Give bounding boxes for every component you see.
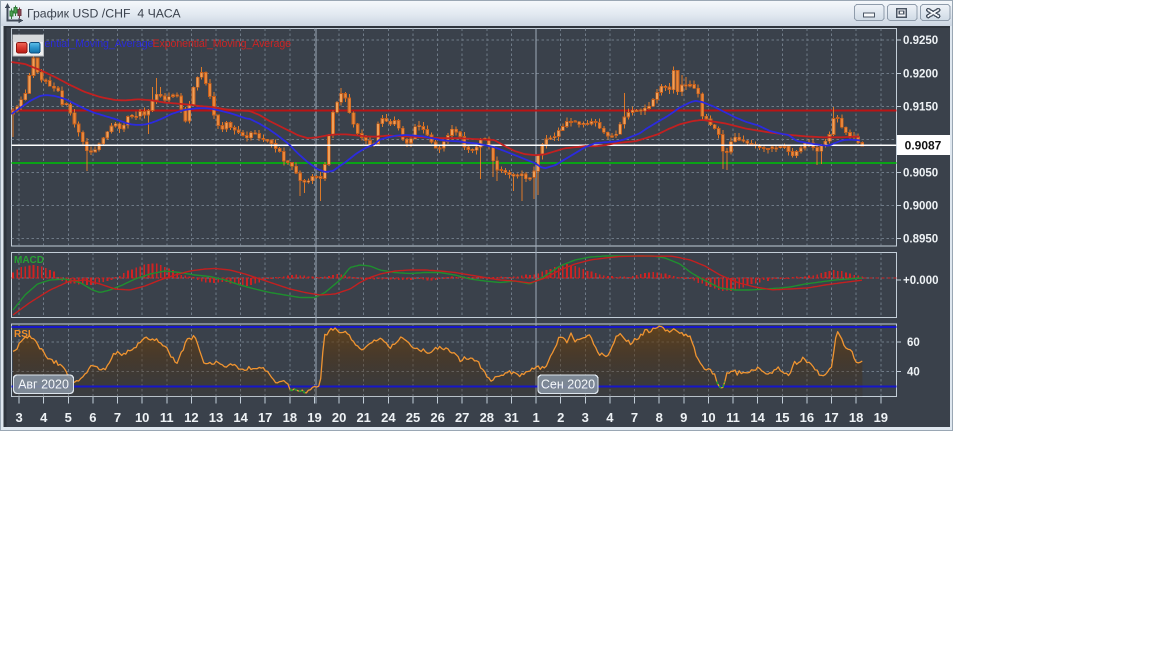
svg-text:0.9087: 0.9087: [905, 139, 942, 153]
svg-text:Exponential_Moving_Average: Exponential_Moving_Average: [153, 38, 292, 50]
svg-text:60: 60: [907, 337, 920, 349]
svg-text:4: 4: [40, 410, 48, 425]
svg-text:24: 24: [381, 410, 396, 425]
svg-text:25: 25: [406, 410, 420, 425]
svg-text:11: 11: [726, 410, 740, 425]
svg-text:19: 19: [307, 410, 321, 425]
svg-text:2: 2: [557, 410, 564, 425]
svg-text:0.9150: 0.9150: [903, 101, 938, 113]
svg-text:14: 14: [233, 410, 248, 425]
svg-text:10: 10: [701, 410, 715, 425]
svg-text:28: 28: [480, 410, 494, 425]
svg-text:15: 15: [775, 410, 789, 425]
svg-text:11: 11: [160, 410, 174, 425]
svg-text:17: 17: [258, 410, 272, 425]
svg-text:8: 8: [656, 410, 663, 425]
svg-text:7: 7: [631, 410, 638, 425]
svg-text:18: 18: [849, 410, 863, 425]
svg-text:Сен 2020: Сен 2020: [541, 378, 595, 392]
svg-text:4: 4: [606, 410, 614, 425]
svg-text:0.9250: 0.9250: [903, 35, 938, 47]
svg-text:0.9200: 0.9200: [903, 68, 938, 80]
svg-text:27: 27: [455, 410, 469, 425]
svg-text:14: 14: [750, 410, 765, 425]
svg-text:График USD /CHF 4 ЧАСА: График USD /CHF 4 ЧАСА: [27, 7, 181, 21]
svg-text:16: 16: [800, 410, 814, 425]
svg-text:12: 12: [184, 410, 198, 425]
svg-text:3: 3: [15, 410, 22, 425]
svg-text:RSI: RSI: [14, 329, 31, 340]
svg-text:7: 7: [114, 410, 121, 425]
svg-text:+0.000: +0.000: [903, 275, 939, 287]
svg-text:0.8950: 0.8950: [903, 234, 938, 246]
svg-text:18: 18: [283, 410, 297, 425]
svg-text:0.9000: 0.9000: [903, 201, 938, 213]
svg-text:1: 1: [532, 410, 539, 425]
svg-text:ential_Moving_Average: ential_Moving_Average: [45, 38, 154, 50]
svg-text:5: 5: [65, 410, 72, 425]
svg-text:9: 9: [680, 410, 687, 425]
svg-text:26: 26: [430, 410, 444, 425]
svg-text:6: 6: [89, 410, 96, 425]
svg-text:3: 3: [582, 410, 589, 425]
svg-text:MACD: MACD: [14, 255, 44, 266]
svg-text:13: 13: [209, 410, 223, 425]
svg-text:40: 40: [907, 367, 920, 379]
svg-text:20: 20: [332, 410, 346, 425]
svg-text:21: 21: [356, 410, 370, 425]
svg-text:Авг 2020: Авг 2020: [18, 378, 69, 392]
svg-text:10: 10: [135, 410, 149, 425]
svg-text:31: 31: [504, 410, 518, 425]
svg-text:17: 17: [824, 410, 838, 425]
svg-text:0.9050: 0.9050: [903, 168, 938, 180]
svg-text:19: 19: [874, 410, 888, 425]
